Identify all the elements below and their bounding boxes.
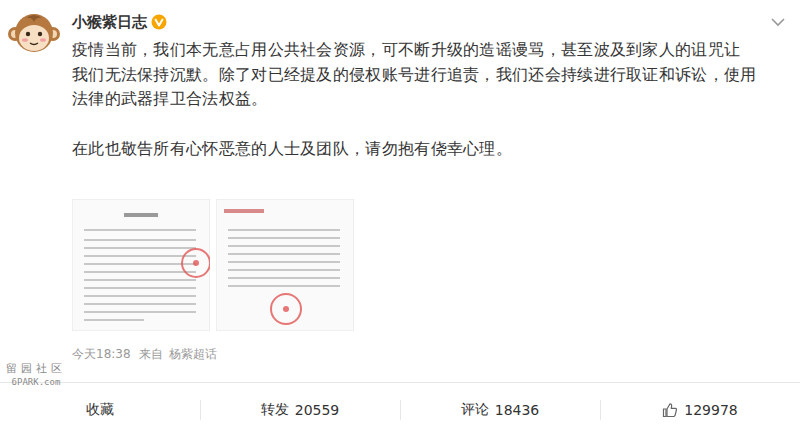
post-source[interactable]: 杨紫超话 (169, 346, 217, 363)
watermark: 留园社区6PARK.com (6, 362, 66, 388)
action-count: 129978 (684, 402, 737, 418)
post-meta: 今天18:38 来自杨紫超话 (72, 345, 788, 363)
verified-badge-icon (151, 14, 167, 30)
text-line: 我们无法保持沉默。除了对已经提及的侵权账号进行追责，我们还会持续进行取证和诉讼，… (72, 63, 788, 88)
watermark-brand: 留园社区 (6, 362, 66, 376)
action-count: 18436 (495, 402, 540, 418)
weibo-post-page: 小猴紫日志疫情当前，我们本无意占用公共社会资源，可不断升级的造谣谩骂，甚至波及到… (0, 0, 800, 437)
monkey-avatar-icon[interactable] (6, 6, 62, 62)
action-label: 转发 (261, 401, 289, 419)
post-time[interactable]: 今天18:38 (72, 346, 131, 363)
paragraph: 在此也敬告所有心怀恶意的人士及团队，请勿抱有侥幸心理。 (72, 137, 788, 162)
thumbs-up-icon (662, 402, 678, 418)
author-name[interactable]: 小猴紫日志 (72, 13, 147, 32)
text-line: 在此也敬告所有心怀恶意的人士及团队，请勿抱有侥幸心理。 (72, 137, 788, 162)
action-count: 20559 (295, 402, 340, 418)
legal-letter-image[interactable] (72, 199, 210, 331)
watermark-site: 6PARK.com (6, 376, 66, 388)
action-bar: 收藏 转发 20559 评论 18436 129978 (0, 382, 800, 437)
post-body: 疫情当前，我们本无意占用公共社会资源，可不断升级的造谣谩骂，甚至波及到家人的诅咒… (72, 38, 788, 161)
action-button[interactable]: 129978 (600, 383, 800, 437)
post-content: 小猴紫日志疫情当前，我们本无意占用公共社会资源，可不断升级的造谣谩骂，甚至波及到… (72, 0, 800, 382)
action-button[interactable]: 转发 20559 (200, 383, 400, 437)
text-line: 法律的武器捍卫合法权益。 (72, 87, 788, 112)
action-label: 收藏 (86, 401, 114, 419)
action-button[interactable]: 收藏 (0, 383, 200, 437)
text-line: 疫情当前，我们本无意占用公共社会资源，可不断升级的造谣谩骂，甚至波及到家人的诅咒… (72, 38, 788, 63)
source-label: 来自 (139, 346, 163, 363)
paragraph: 疫情当前，我们本无意占用公共社会资源，可不断升级的造谣谩骂，甚至波及到家人的诅咒… (72, 38, 788, 112)
post: 小猴紫日志疫情当前，我们本无意占用公共社会资源，可不断升级的造谣谩骂，甚至波及到… (0, 0, 800, 382)
action-label: 评论 (461, 401, 489, 419)
action-button[interactable]: 评论 18436 (400, 383, 600, 437)
legal-letter-image[interactable] (216, 199, 354, 331)
chevron-down-icon[interactable] (770, 16, 786, 28)
image-row (72, 199, 788, 331)
post-header: 小猴紫日志 (72, 0, 788, 34)
